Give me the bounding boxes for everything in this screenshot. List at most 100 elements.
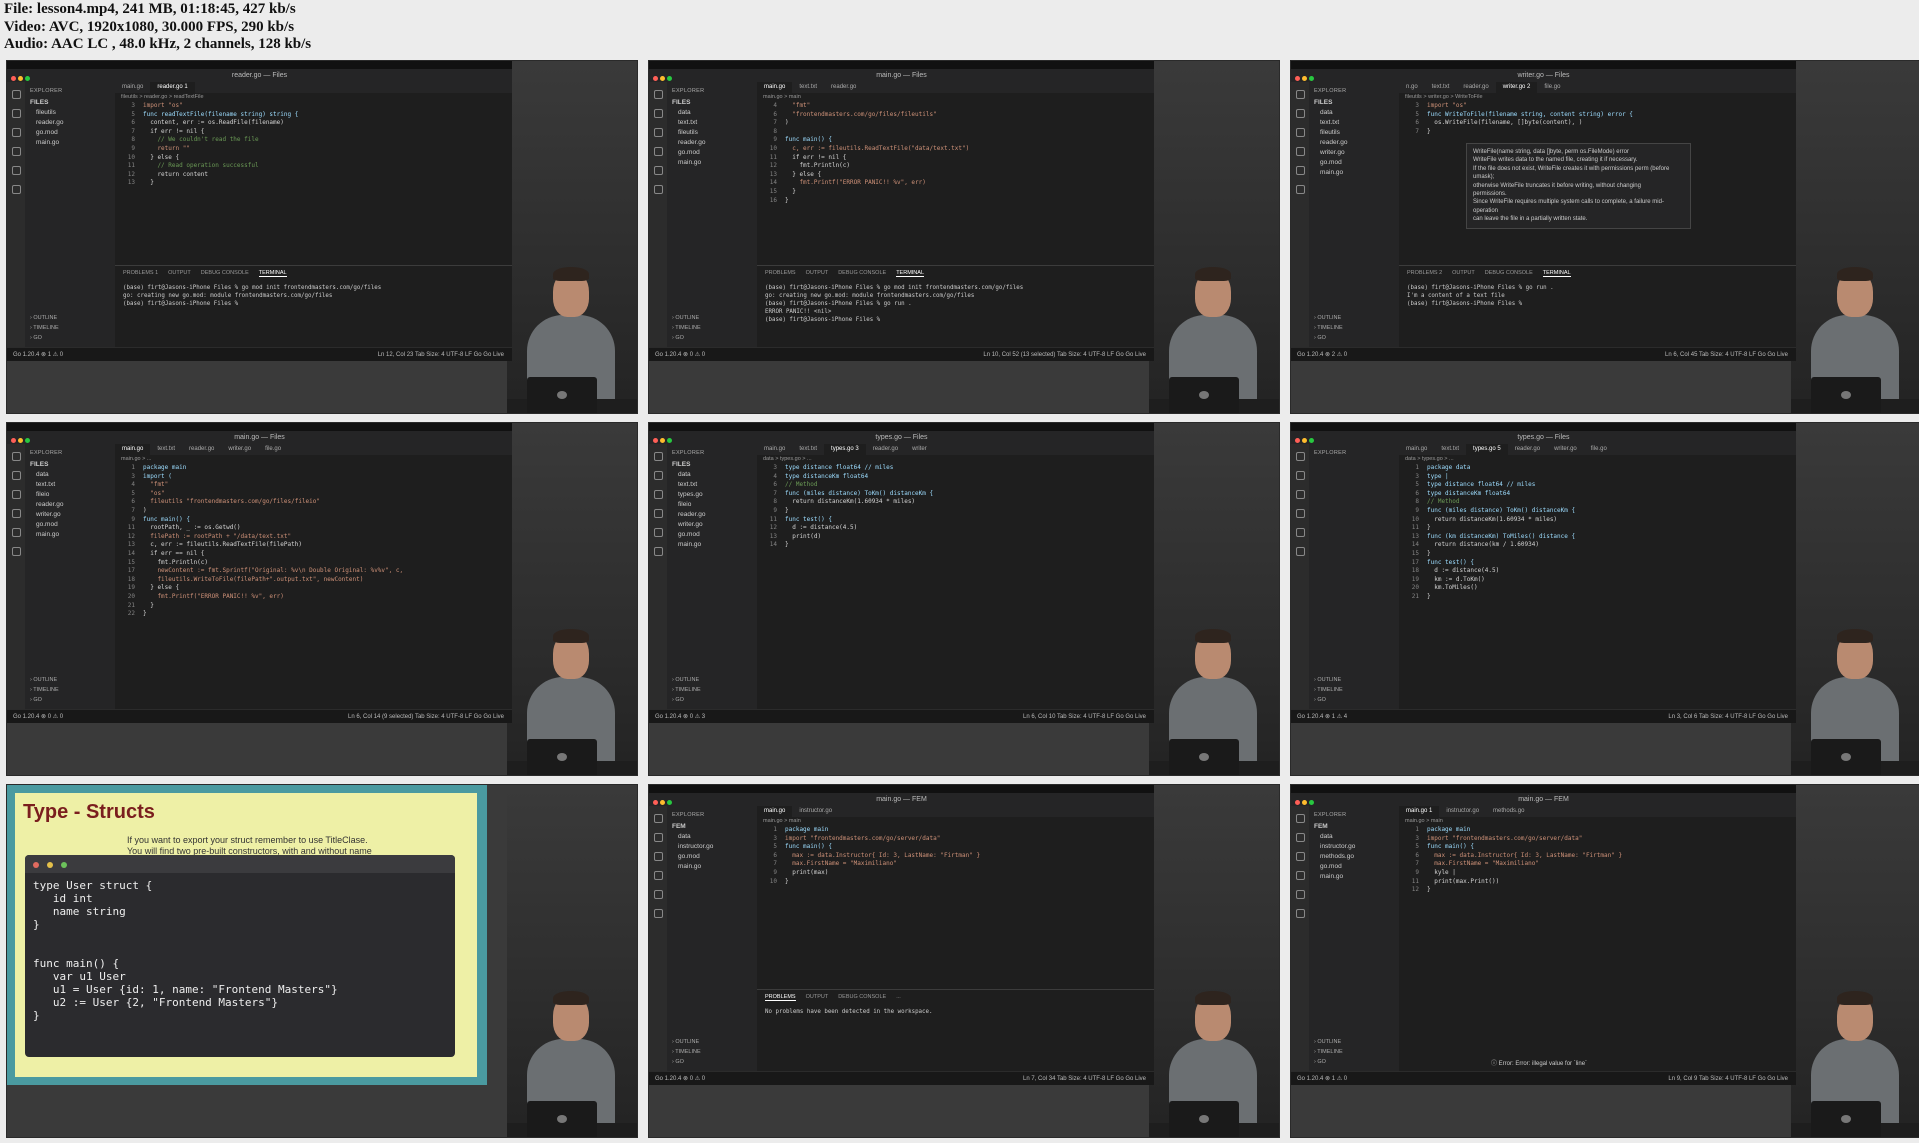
explorer-item[interactable]: reader.go <box>1314 138 1394 148</box>
section-go[interactable]: › GO <box>1314 695 1343 705</box>
minimize-icon[interactable] <box>660 438 665 443</box>
panel-tab[interactable]: DEBUG CONSOLE <box>1485 270 1533 276</box>
minimize-icon[interactable] <box>1302 76 1307 81</box>
section-go[interactable]: › GO <box>30 695 59 705</box>
panel-tab[interactable]: TERMINAL <box>258 270 287 277</box>
explorer-item[interactable]: go.mod <box>1314 158 1394 168</box>
editor-tab[interactable]: text.txt <box>792 444 824 455</box>
section-outline[interactable]: › OUTLINE <box>30 675 59 685</box>
editor-tab[interactable]: main.go 1 <box>1399 806 1440 817</box>
explorer-item[interactable]: go.mod <box>672 530 752 540</box>
explorer-item[interactable]: main.go <box>672 540 752 550</box>
source-control-icon[interactable] <box>1295 128 1305 137</box>
files-icon[interactable] <box>653 814 663 823</box>
editor-tab[interactable]: writer.go 2 <box>1495 82 1538 93</box>
explorer-item[interactable]: data <box>1314 108 1394 118</box>
section-timeline[interactable]: › TIMELINE <box>672 1047 701 1057</box>
section-go[interactable]: › GO <box>30 333 59 343</box>
explorer-item[interactable]: text.txt <box>672 480 752 490</box>
status-left[interactable]: Go 1.20.4 ⊗ 2 ⚠ 0 <box>1297 352 1347 358</box>
editor-tab[interactable]: methods.go <box>1486 806 1531 817</box>
explorer-item[interactable]: types.go <box>672 490 752 500</box>
explorer-item[interactable]: data <box>672 832 752 842</box>
section-timeline[interactable]: › TIMELINE <box>1314 685 1343 695</box>
breadcrumb[interactable]: main.go > main <box>757 93 1154 102</box>
explorer-item[interactable]: go.mod <box>1314 862 1394 872</box>
minimize-icon[interactable] <box>1302 800 1307 805</box>
source-control-icon[interactable] <box>653 128 663 137</box>
explorer-item[interactable]: fileio <box>30 490 110 500</box>
editor-tab[interactable]: main.go <box>757 806 793 817</box>
run-debug-icon[interactable] <box>653 871 663 880</box>
explorer-item[interactable]: FILES <box>30 460 110 470</box>
section-outline[interactable]: › OUTLINE <box>30 313 59 323</box>
run-debug-icon[interactable] <box>11 147 21 156</box>
editor-tab[interactable]: writer.go <box>221 444 258 455</box>
explorer-item[interactable]: writer.go <box>672 520 752 530</box>
panel-tab[interactable]: DEBUG CONSOLE <box>838 994 886 1000</box>
explorer-item[interactable]: fileutils <box>30 108 110 118</box>
minimize-icon[interactable] <box>660 800 665 805</box>
search-icon[interactable] <box>1295 833 1305 842</box>
close-icon[interactable] <box>1295 76 1300 81</box>
status-left[interactable]: Go 1.20.4 ⊗ 0 ⚠ 3 <box>655 714 705 720</box>
source-control-icon[interactable] <box>1295 490 1305 499</box>
section-outline[interactable]: › OUTLINE <box>1314 313 1343 323</box>
status-right[interactable]: Ln 7, Col 34 Tab Size: 4 UTF-8 LF Go Go … <box>1023 1072 1146 1086</box>
editor-tab[interactable]: file.go <box>1537 82 1567 93</box>
section-outline[interactable]: › OUTLINE <box>672 1037 701 1047</box>
editor-tab[interactable]: file.go <box>1584 444 1614 455</box>
status-left[interactable]: Go 1.20.4 ⊗ 1 ⚠ 0 <box>13 352 63 358</box>
explorer-item[interactable]: main.go <box>1314 168 1394 178</box>
status-left[interactable]: Go 1.20.4 ⊗ 1 ⚠ 0 <box>1297 1076 1347 1082</box>
maximize-icon[interactable] <box>667 76 672 81</box>
files-icon[interactable] <box>1295 90 1305 99</box>
section-go[interactable]: › GO <box>672 695 701 705</box>
status-left[interactable]: Go 1.20.4 ⊗ 0 ⚠ 0 <box>13 714 63 720</box>
status-left[interactable]: Go 1.20.4 ⊗ 0 ⚠ 0 <box>655 1076 705 1082</box>
explorer-item[interactable]: methods.go <box>1314 852 1394 862</box>
explorer-item[interactable]: fileio <box>672 500 752 510</box>
testing-icon[interactable] <box>11 547 21 556</box>
editor-tab[interactable]: reader.go <box>824 82 863 93</box>
explorer-item[interactable]: FILES <box>1314 98 1394 108</box>
breadcrumb[interactable]: main.go > main <box>1399 817 1796 826</box>
close-icon[interactable] <box>653 800 658 805</box>
editor-tab[interactable]: file.go <box>258 444 288 455</box>
code-editor[interactable]: 3 type distance float64 // miles 4 type dis… <box>757 464 1154 550</box>
section-go[interactable]: › GO <box>672 333 701 343</box>
source-control-icon[interactable] <box>653 490 663 499</box>
editor-tab[interactable]: reader.go <box>182 444 221 455</box>
files-icon[interactable] <box>653 452 663 461</box>
close-icon[interactable] <box>653 438 658 443</box>
section-timeline[interactable]: › TIMELINE <box>30 685 59 695</box>
explorer-item[interactable]: main.go <box>672 862 752 872</box>
explorer-item[interactable]: instructor.go <box>1314 842 1394 852</box>
panel-tab[interactable]: PROBLEMS <box>765 994 796 1001</box>
source-control-icon[interactable] <box>11 490 21 499</box>
testing-icon[interactable] <box>1295 185 1305 194</box>
minimize-icon[interactable] <box>660 76 665 81</box>
section-go[interactable]: › GO <box>1314 333 1343 343</box>
close-icon[interactable] <box>1295 800 1300 805</box>
editor-tab[interactable]: main.go <box>757 82 793 93</box>
panel-tab[interactable]: OUTPUT <box>806 270 829 276</box>
panel-tab[interactable]: PROBLEMS 1 <box>123 270 158 276</box>
editor-tab[interactable]: writer <box>905 444 934 455</box>
breadcrumb[interactable]: main.go > ... <box>115 455 512 464</box>
explorer-item[interactable]: text.txt <box>30 480 110 490</box>
panel-tab[interactable]: TERMINAL <box>1542 270 1571 277</box>
explorer-item[interactable]: go.mod <box>672 852 752 862</box>
section-go[interactable]: › GO <box>672 1057 701 1067</box>
editor-tab[interactable]: writer.go <box>1547 444 1584 455</box>
status-right[interactable]: Ln 10, Col 52 (13 selected) Tab Size: 4 … <box>983 348 1146 362</box>
panel-tab[interactable]: ... <box>896 994 901 1000</box>
explorer-item[interactable]: FILES <box>672 460 752 470</box>
panel-tab[interactable]: PROBLEMS 2 <box>1407 270 1442 276</box>
explorer-item[interactable]: main.go <box>30 138 110 148</box>
source-control-icon[interactable] <box>1295 852 1305 861</box>
explorer-item[interactable]: go.mod <box>672 148 752 158</box>
panel-tab[interactable]: OUTPUT <box>168 270 191 276</box>
explorer-item[interactable]: writer.go <box>30 510 110 520</box>
close-icon[interactable] <box>11 438 16 443</box>
